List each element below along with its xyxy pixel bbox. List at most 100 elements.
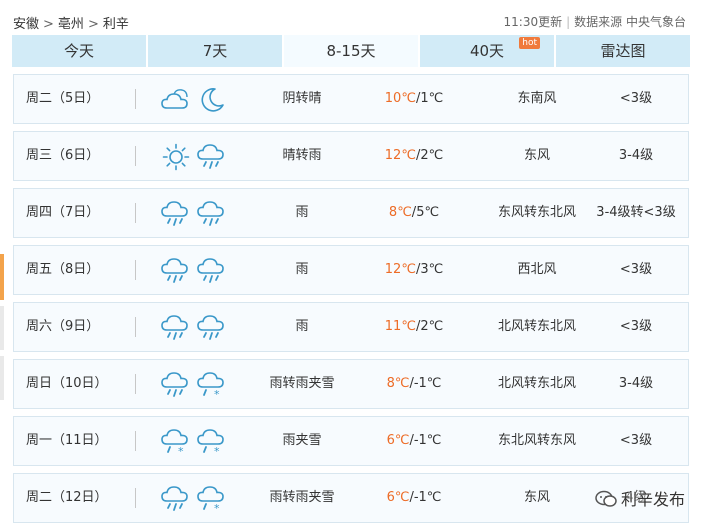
wind-direction: 东风转东北风 [497,205,576,220]
day-label: 周六（9日） [26,319,100,334]
forecast-row: 周日（10日） * 雨转雨夹雪 8℃/-1℃ 北风转东北风 3-4级 [13,359,689,409]
wind-direction: 东南风 [517,91,557,106]
weather-description: 雨 [295,205,309,220]
forecast-row: 周五（8日） 雨 12℃/3℃ 西北风 <3级 [13,245,689,295]
breadcrumb-province[interactable]: 安徽 [13,13,39,32]
temp-low: -1℃ [413,376,442,391]
sleet-cloud-icon: * [160,428,192,458]
watermark-text: 利辛发布 [620,490,685,509]
temperature: 6℃/-1℃ [364,417,464,465]
temp-high: 12℃ [384,148,416,163]
breadcrumb: 安徽 > 亳州 > 利辛 [13,13,129,32]
moon-icon [196,86,228,114]
day-label: 周四（7日） [26,205,100,220]
forecast-row: 周三（6日） 晴转雨 12℃/2℃ 东风 3-4级 [13,131,689,181]
rain-cloud-icon [160,371,192,399]
temp-high: 6℃ [386,490,410,505]
svg-text:*: * [178,445,184,456]
row-divider [135,431,136,451]
tab-label: 今天 [63,42,94,60]
tab-label: 7天 [202,42,228,60]
side-tab[interactable] [0,306,4,350]
forecast-tabs: 今天 7天 8-15天 40天 hot 雷达图 [12,35,690,67]
wind-direction: 东北风转东风 [497,433,576,448]
weather-description: 阴转晴 [282,91,322,106]
sun-icon [160,143,192,171]
tab-7-days[interactable]: 7天 [148,35,284,67]
forecast-row: 周六（9日） 雨 11℃/2℃ 北风转东北风 <3级 [13,302,689,352]
weather-description: 雨 [295,319,309,334]
temp-low: 3℃ [420,262,444,277]
wind-level: <3级 [619,433,653,448]
temperature: 11℃/2℃ [364,303,464,351]
temp-low: 2℃ [420,148,444,163]
side-tab[interactable] [0,356,4,400]
wind-direction: 北风转东北风 [497,319,576,334]
tab-8-15-days[interactable]: 8-15天 [284,35,420,67]
tab-today[interactable]: 今天 [12,35,148,67]
tab-label: 雷达图 [600,42,646,60]
breadcrumb-county: 利辛 [102,17,129,32]
temperature: 8℃/5℃ [364,189,464,237]
breadcrumb-separator: > [87,17,99,32]
forecast-row: 周一（11日） * * 雨夹雪 6℃/-1℃ 东北风转东风 <3级 [13,416,689,466]
wind-level: <3级 [619,319,653,334]
svg-text:*: * [214,388,220,399]
day-label: 周三（6日） [26,148,100,163]
wechat-icon [595,490,617,512]
update-time: 11:30更新 [503,15,563,29]
temp-high: 12℃ [384,262,416,277]
temp-high: 8℃ [386,376,410,391]
row-divider [135,89,136,109]
rain-cloud-icon [160,485,192,513]
day-label: 周二（5日） [26,91,100,106]
weather-description: 雨转雨夹雪 [269,490,335,505]
wind-level: 3-4级 [618,376,654,391]
wind-level: 3-4级转<3级 [596,205,676,220]
row-divider [135,488,136,508]
rain-cloud-icon [196,257,228,285]
day-label: 周五（8日） [26,262,100,277]
sleet-cloud-icon: * [196,485,228,515]
tab-radar[interactable]: 雷达图 [556,35,690,67]
weather-description: 雨转雨夹雪 [269,376,335,391]
hot-badge: hot [519,37,540,49]
temp-low: 5℃ [416,205,440,220]
wind-level: <3级 [619,262,653,277]
weather-description: 晴转雨 [282,148,322,163]
row-divider [135,203,136,223]
data-source: 数据来源 中央气象台 [574,15,686,29]
temp-low: -1℃ [413,433,442,448]
side-tab[interactable] [0,254,4,300]
temperature: 10℃/1℃ [364,75,464,123]
svg-text:*: * [214,445,220,456]
rain-cloud-icon [196,200,228,228]
wind-direction: 东风 [523,148,550,163]
day-label: 周一（11日） [26,433,108,448]
forecast-row: 周四（7日） 雨 8℃/5℃ 东风转东北风 3-4级转<3级 [13,188,689,238]
day-label: 周二（12日） [26,490,108,505]
forecast-row: 周二（12日） * 雨转雨夹雪 6℃/-1℃ 东风 4级 [13,473,689,523]
row-divider [135,374,136,394]
weather-description: 雨 [295,262,309,277]
tab-label: 8-15天 [326,42,376,60]
wind-direction: 东风 [523,490,550,505]
temp-low: -1℃ [413,490,442,505]
tab-40-days[interactable]: 40天 hot [420,35,556,67]
temp-low: 1℃ [420,91,444,106]
cloudy-icon [160,86,192,114]
svg-text:*: * [214,502,220,513]
breadcrumb-city[interactable]: 亳州 [58,13,84,32]
breadcrumb-separator: > [43,17,54,32]
sleet-cloud-icon: * [196,371,228,401]
weather-description: 雨夹雪 [282,433,322,448]
rain-cloud-icon [196,143,228,171]
temp-high: 10℃ [384,91,416,106]
day-label: 周日（10日） [26,376,108,391]
header-bar: 安徽 > 亳州 > 利辛 11:30更新 | 数据来源 中央气象台 [0,0,703,34]
watermark: 利辛发布 [595,486,685,512]
temperature: 6℃/-1℃ [364,474,464,522]
temperature: 12℃/3℃ [364,246,464,294]
rain-cloud-icon [160,200,192,228]
rain-cloud-icon [196,314,228,342]
